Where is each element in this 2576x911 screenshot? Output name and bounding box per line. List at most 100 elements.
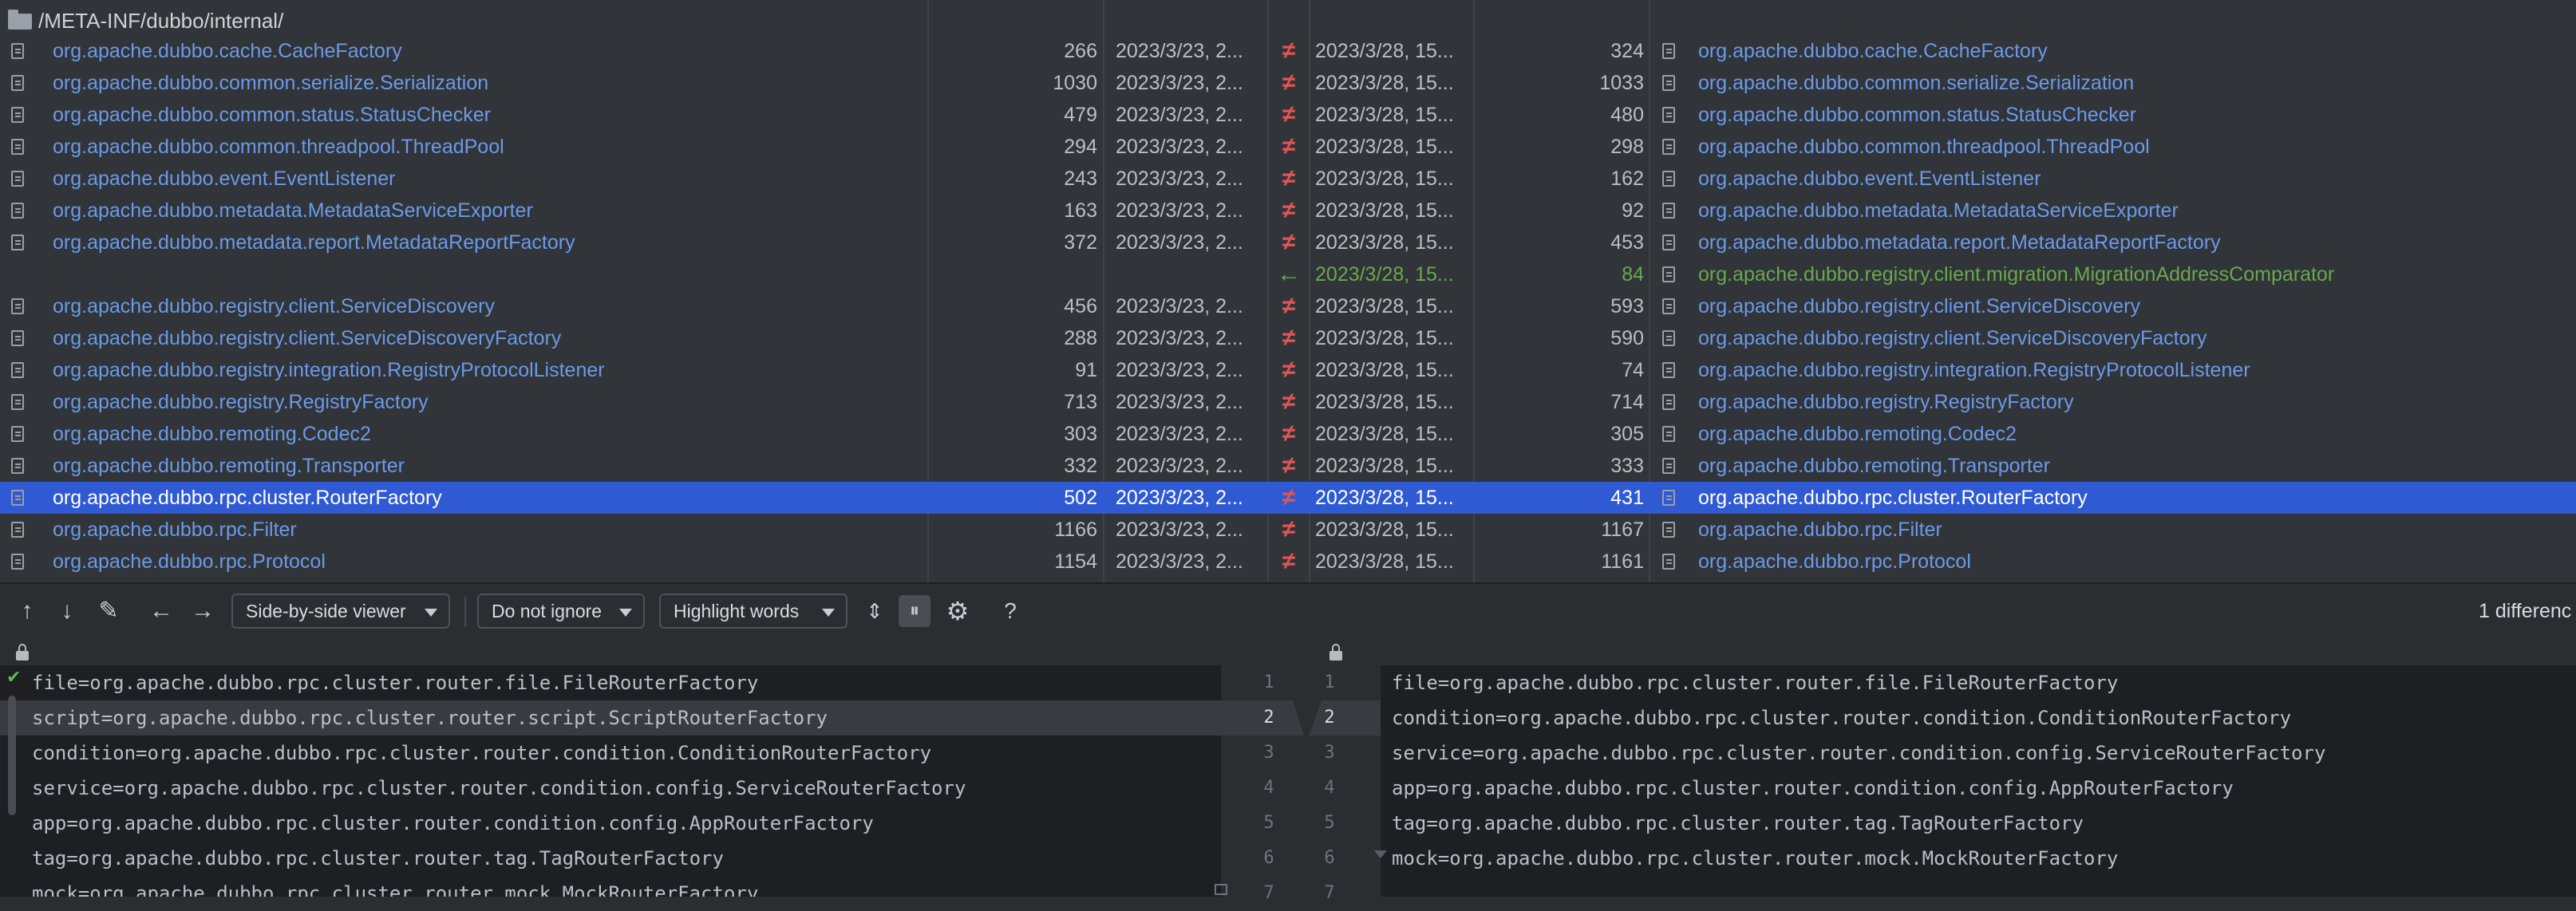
right-file-date: 2023/3/28, 15... — [1315, 359, 1454, 381]
code-line[interactable]: app=org.apache.dubbo.rpc.cluster.router.… — [0, 806, 1221, 841]
table-row[interactable]: org.apache.dubbo.registry.client.Service… — [0, 290, 2576, 322]
diff-status-icon: ≠ — [1282, 420, 1296, 447]
diff-status-icon: ≠ — [1282, 69, 1296, 96]
file-icon — [1662, 426, 1675, 442]
file-icon — [11, 43, 24, 59]
left-file-size: 479 — [1064, 104, 1097, 126]
right-file-name: org.apache.dubbo.registry.client.migrati… — [1698, 263, 2335, 286]
diff-status-icon: ≠ — [1282, 357, 1296, 383]
table-row[interactable]: org.apache.dubbo.rpc.cluster.RouterFacto… — [0, 482, 2576, 514]
table-row[interactable]: org.apache.dubbo.registry.client.Service… — [0, 322, 2576, 354]
right-file-date: 2023/3/28, 15... — [1315, 104, 1454, 126]
table-row[interactable]: org.apache.dubbo.rpc.Protocol 1154 2023/3/… — [0, 546, 2576, 578]
folder-row[interactable]: /META-INF/dubbo/internal/ — [0, 3, 2576, 38]
highlight-mode-dropdown[interactable]: Highlight words — [659, 594, 847, 629]
file-icon — [1662, 330, 1675, 346]
code-line[interactable]: tag=org.apache.dubbo.rpc.cluster.router.… — [0, 841, 1221, 876]
right-file-name: org.apache.dubbo.metadata.report.Metadat… — [1698, 231, 2221, 254]
code-line[interactable]: mock=org.apache.dubbo.rpc.cluster.router… — [1381, 841, 2576, 876]
fold-marker-icon[interactable] — [1215, 884, 1227, 895]
diff-status-icon: ≠ — [1282, 325, 1296, 351]
file-icon — [11, 522, 24, 538]
ignore-whitespace-dropdown[interactable]: Do not ignore — [477, 594, 645, 629]
right-file-size: 74 — [1622, 359, 1644, 381]
code-line[interactable]: condition=org.apache.dubbo.rpc.cluster.r… — [1381, 700, 2576, 736]
code-line[interactable]: condition=org.apache.dubbo.rpc.cluster.r… — [0, 736, 1221, 771]
left-file-name: org.apache.dubbo.registry.integration.Re… — [53, 359, 605, 381]
table-row[interactable]: org.apache.dubbo.metadata.report.Metadat… — [0, 227, 2576, 258]
left-file-size: 332 — [1064, 455, 1097, 477]
table-row[interactable]: org.apache.dubbo.metadata.MetadataServic… — [0, 195, 2576, 227]
settings-gear-icon[interactable]: ⚙ — [942, 595, 974, 627]
left-file-date: 2023/3/23, 2... — [1116, 423, 1243, 445]
table-row[interactable]: org.apache.dubbo.common.serialize.Serial… — [0, 67, 2576, 99]
code-line[interactable]: file=org.apache.dubbo.rpc.cluster.router… — [0, 665, 1221, 700]
right-editor[interactable]: file=org.apache.dubbo.rpc.cluster.router… — [1381, 665, 2576, 897]
table-row[interactable]: org.apache.dubbo.rpc.Filter 1166 2023/3/23… — [0, 514, 2576, 546]
table-row[interactable]: org.apache.dubbo.common.status.StatusChe… — [0, 99, 2576, 131]
scrollbar-thumb[interactable] — [8, 696, 16, 815]
file-icon — [1662, 394, 1675, 410]
file-icon — [11, 171, 24, 187]
forward-arrow-icon[interactable]: → — [187, 595, 219, 627]
left-file-size: 303 — [1064, 423, 1097, 445]
right-file-date: 2023/3/28, 15... — [1315, 40, 1454, 62]
left-file-name: org.apache.dubbo.common.status.StatusChe… — [53, 104, 491, 126]
edit-pencil-icon[interactable]: ✎ — [93, 595, 124, 627]
diff-status-icon: ≠ — [1282, 293, 1296, 319]
lock-icon[interactable] — [16, 644, 29, 661]
right-file-size: 1161 — [1601, 550, 1644, 573]
diff-status-icon: ≠ — [1282, 101, 1296, 128]
file-icon — [11, 139, 24, 155]
left-line-number: 7 — [1263, 883, 1274, 903]
right-line-number: 6 — [1324, 848, 1335, 868]
left-line-number: 5 — [1263, 813, 1274, 833]
diff-status-icon: ← — [1277, 261, 1301, 287]
code-line[interactable]: service=org.apache.dubbo.rpc.cluster.rou… — [0, 771, 1221, 806]
file-icon — [1662, 139, 1675, 155]
table-row[interactable]: org.apache.dubbo.common.threadpool.Threa… — [0, 131, 2576, 163]
left-file-size: 243 — [1064, 168, 1097, 190]
left-file-name: org.apache.dubbo.rpc.cluster.RouterFacto… — [53, 487, 442, 509]
collapse-unchanged-icon[interactable]: ⇕ — [859, 595, 891, 627]
left-line-number: 3 — [1263, 743, 1274, 763]
diff-status-icon: ≠ — [1282, 516, 1296, 542]
fold-marker-icon[interactable] — [1374, 850, 1387, 858]
code-line[interactable]: file=org.apache.dubbo.rpc.cluster.router… — [1381, 665, 2576, 700]
viewer-mode-dropdown[interactable]: Side-by-side viewer — [231, 594, 450, 629]
code-line[interactable]: script=org.apache.dubbo.rpc.cluster.rout… — [0, 700, 1221, 736]
file-icon — [11, 107, 24, 123]
table-row[interactable]: ← 2023/3/28, 15... 84 org.apache.dubbo.regi… — [0, 258, 2576, 290]
right-file-name: org.apache.dubbo.registry.integration.Re… — [1698, 359, 2250, 381]
table-row[interactable]: org.apache.dubbo.registry.RegistryFactor… — [0, 386, 2576, 418]
back-arrow-icon[interactable]: ← — [145, 595, 177, 627]
code-line[interactable]: tag=org.apache.dubbo.rpc.cluster.router.… — [1381, 806, 2576, 841]
left-line-number: 2 — [1263, 708, 1274, 728]
left-file-size: 1030 — [1053, 72, 1097, 94]
file-icon — [1662, 75, 1675, 91]
left-file-date: 2023/3/23, 2... — [1116, 136, 1243, 158]
table-row[interactable]: org.apache.dubbo.registry.integration.Re… — [0, 354, 2576, 386]
next-difference-down-icon[interactable]: ↓ — [51, 595, 83, 627]
left-editor[interactable]: file=org.apache.dubbo.rpc.cluster.router… — [0, 665, 1221, 897]
right-line-number: 7 — [1324, 883, 1335, 903]
left-file-name — [53, 258, 923, 290]
diff-status-icon: ≠ — [1282, 388, 1296, 415]
help-button[interactable]: ? — [994, 595, 1026, 627]
table-row[interactable]: org.apache.dubbo.remoting.Transporter 332… — [0, 450, 2576, 482]
table-row[interactable]: org.apache.dubbo.remoting.Codec2 303 2023/… — [0, 418, 2576, 450]
diff-status-icon: ≠ — [1282, 133, 1296, 160]
left-line-number: 4 — [1263, 778, 1274, 798]
code-line[interactable]: app=org.apache.dubbo.rpc.cluster.router.… — [1381, 771, 2576, 806]
table-row[interactable]: org.apache.dubbo.event.EventListener 243 2… — [0, 163, 2576, 195]
code-line[interactable]: mock=org.apache.dubbo.rpc.cluster.router… — [0, 876, 1221, 897]
left-file-size: 266 — [1064, 40, 1097, 62]
sync-scroll-icon[interactable]: ⏸ — [899, 595, 930, 627]
left-line-number: 6 — [1263, 848, 1274, 868]
lock-icon[interactable] — [1329, 644, 1342, 661]
left-file-size: 294 — [1064, 136, 1097, 158]
next-difference-up-icon[interactable]: ↑ — [11, 595, 43, 627]
left-file-name: org.apache.dubbo.metadata.MetadataServic… — [53, 199, 533, 222]
table-row[interactable]: org.apache.dubbo.cache.CacheFactory 266 20… — [0, 35, 2576, 67]
code-line[interactable]: service=org.apache.dubbo.rpc.cluster.rou… — [1381, 736, 2576, 771]
